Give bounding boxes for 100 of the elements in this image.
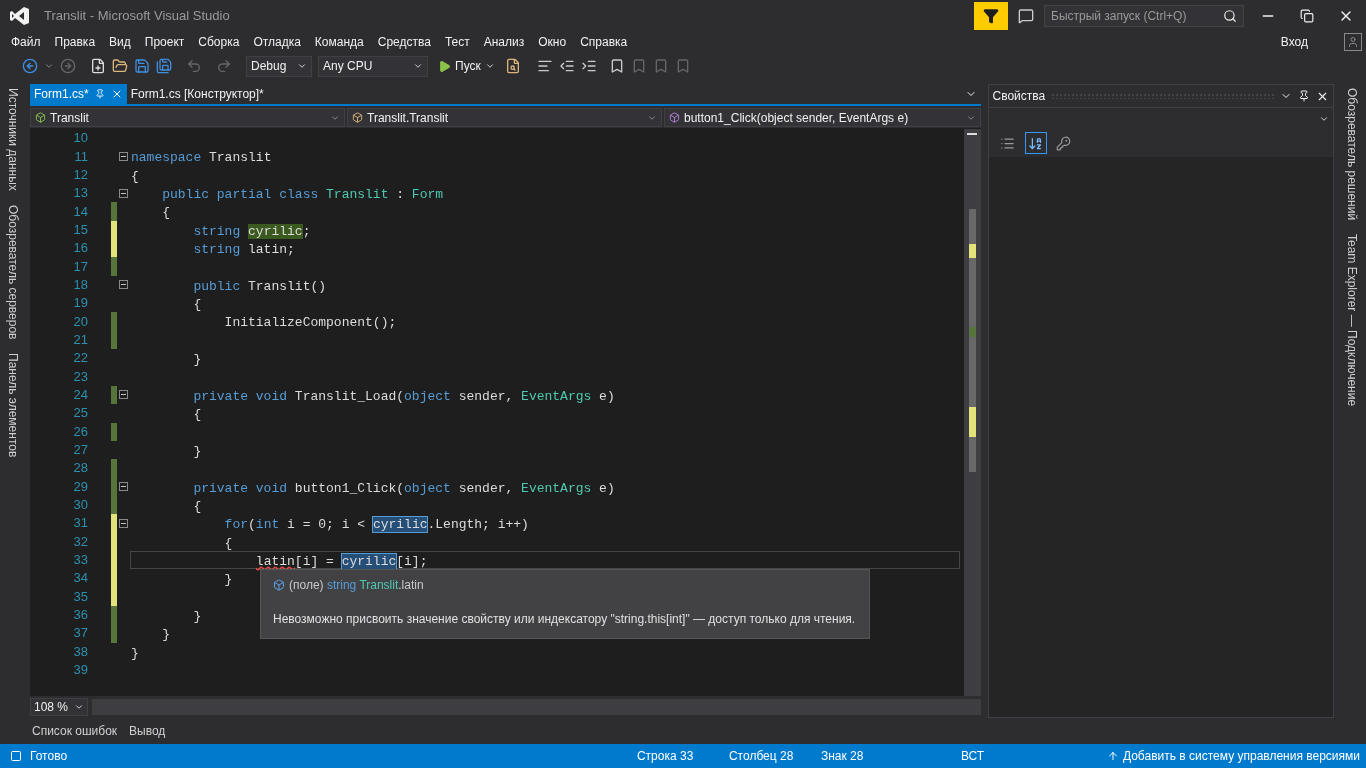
menu-item[interactable]: Вид xyxy=(102,33,138,51)
search-icon[interactable] xyxy=(1223,9,1237,23)
menu-item[interactable]: Отладка xyxy=(246,33,308,51)
code-line: { xyxy=(223,535,233,552)
code-line: } xyxy=(192,443,202,460)
code-line: latin[i] = cyrilic[i]; xyxy=(254,553,428,570)
caret-icon[interactable] xyxy=(44,61,54,71)
menu-item[interactable]: Файл xyxy=(4,33,48,51)
cube-icon xyxy=(669,112,680,123)
panel-title: Свойства xyxy=(992,88,1046,105)
step-icon[interactable] xyxy=(536,58,553,74)
collapse-icon[interactable] xyxy=(119,390,128,400)
indent-icon[interactable] xyxy=(580,58,597,74)
navigation-dropdown[interactable]: button1_Click(object sender, EventArgs e) xyxy=(664,108,981,127)
line-number: 16 xyxy=(72,239,88,258)
find-icon[interactable] xyxy=(504,58,521,74)
open-icon[interactable] xyxy=(112,58,128,74)
line-number: 23 xyxy=(72,367,88,386)
source-control-button[interactable]: Добавить в систему управления версиями xyxy=(1106,747,1360,765)
collapse-icon[interactable] xyxy=(119,482,128,492)
line-number: 12 xyxy=(72,165,88,184)
line-number: 17 xyxy=(72,257,88,276)
pin-icon[interactable] xyxy=(1298,90,1310,102)
code-line: } xyxy=(131,645,139,662)
line-number: 33 xyxy=(72,551,88,570)
window-title: Translit - Microsoft Visual Studio xyxy=(44,7,230,26)
menu-item[interactable]: Тест xyxy=(437,33,477,51)
zoom-dropdown[interactable]: 108 % xyxy=(30,698,88,716)
arrow-up-icon xyxy=(1106,750,1119,762)
status-icon xyxy=(10,750,22,762)
new-project-icon[interactable] xyxy=(90,58,106,74)
code-line: } xyxy=(223,572,233,589)
line-number: 32 xyxy=(72,532,88,551)
configuration-dropdown[interactable]: Debug xyxy=(246,55,312,77)
collapse-icon[interactable] xyxy=(119,152,128,161)
code-line: public Translit() xyxy=(192,278,327,295)
feedback-button[interactable] xyxy=(974,2,1008,30)
line-number: 25 xyxy=(72,404,88,423)
code-line: } xyxy=(161,627,170,644)
menu-item[interactable]: Анализ xyxy=(476,33,532,51)
panel-tab[interactable]: Список ошибок xyxy=(28,722,122,740)
quick-launch-field[interactable]: Быстрый запуск (Ctrl+Q) xyxy=(1044,5,1244,27)
document-tab[interactable]: Form1.cs [Конструктор]* xyxy=(126,84,268,104)
line-number: 39 xyxy=(72,661,88,680)
save-all-icon[interactable] xyxy=(156,58,172,74)
menu-item[interactable]: Правка xyxy=(47,33,103,51)
collapse-icon[interactable] xyxy=(119,188,128,198)
chat-icon[interactable] xyxy=(1018,8,1034,24)
code-line: { xyxy=(192,498,202,515)
code-line: private void button1_Click(object sender, EventArgs e) xyxy=(192,480,615,497)
menu-item[interactable]: Проект xyxy=(137,33,192,51)
line-number: 24 xyxy=(72,386,88,404)
save-icon[interactable] xyxy=(134,58,150,74)
outdent-icon[interactable] xyxy=(558,58,575,74)
code-line: namespace Translit xyxy=(131,150,272,167)
navigation-dropdown[interactable]: Translit xyxy=(30,108,345,127)
line-number: 36 xyxy=(72,606,88,625)
panel-tab[interactable]: Вывод xyxy=(125,722,170,740)
menu-item[interactable]: Средства xyxy=(370,33,438,51)
mode-indicator: ВСТ xyxy=(960,748,986,765)
line-indicator: Строка 33 xyxy=(636,748,695,765)
line-number: 38 xyxy=(72,642,88,661)
collapse-icon[interactable] xyxy=(119,518,128,528)
char-indicator: Знак 28 xyxy=(820,748,865,765)
caret-icon xyxy=(297,61,307,71)
line-number: 35 xyxy=(72,587,88,606)
menu-item[interactable]: Сборка xyxy=(191,33,247,51)
line-number: 10 xyxy=(72,129,88,148)
line-number: 37 xyxy=(72,624,88,643)
start-button[interactable]: Пуск xyxy=(434,57,499,75)
line-number: 28 xyxy=(72,459,88,478)
line-number: 19 xyxy=(72,294,88,313)
line-number: 13 xyxy=(72,184,88,203)
line-number: 31 xyxy=(72,514,88,533)
menu-item[interactable]: Справка xyxy=(573,33,635,51)
field-icon xyxy=(273,579,285,591)
cube-icon xyxy=(35,112,46,123)
line-number: 20 xyxy=(72,312,88,331)
back-icon[interactable] xyxy=(22,58,38,74)
line-number: 11 xyxy=(73,147,88,166)
status-text: Готово xyxy=(30,748,68,765)
forward-icon[interactable] xyxy=(60,58,76,74)
logo-icon xyxy=(10,6,30,26)
code-line: } xyxy=(192,608,202,625)
line-number: 26 xyxy=(72,422,88,441)
restore-icon[interactable] xyxy=(1300,9,1314,23)
navigation-dropdown[interactable]: Translit.Translit xyxy=(347,108,662,127)
code-line: InitializeComponent(); xyxy=(223,315,397,332)
column-indicator: Столбец 28 xyxy=(728,748,795,765)
sign-in-link[interactable]: Вход xyxy=(1280,33,1308,51)
account-icon[interactable] xyxy=(1344,33,1362,51)
collapse-icon[interactable] xyxy=(119,280,128,290)
code-line: { xyxy=(192,297,202,314)
funnel-icon xyxy=(983,8,999,24)
menu-item[interactable]: Команда xyxy=(307,33,371,51)
tooltip-message: Невозможно присвоить значение свойству или индексатору "string.this[int]" — доступ только для чтения. xyxy=(273,611,857,628)
platform-dropdown[interactable]: Any CPU xyxy=(318,55,428,77)
menu-item[interactable]: Окно xyxy=(531,33,574,51)
code-line: string cyrilic; xyxy=(192,223,311,240)
sort-az-icon[interactable] xyxy=(1024,132,1047,154)
